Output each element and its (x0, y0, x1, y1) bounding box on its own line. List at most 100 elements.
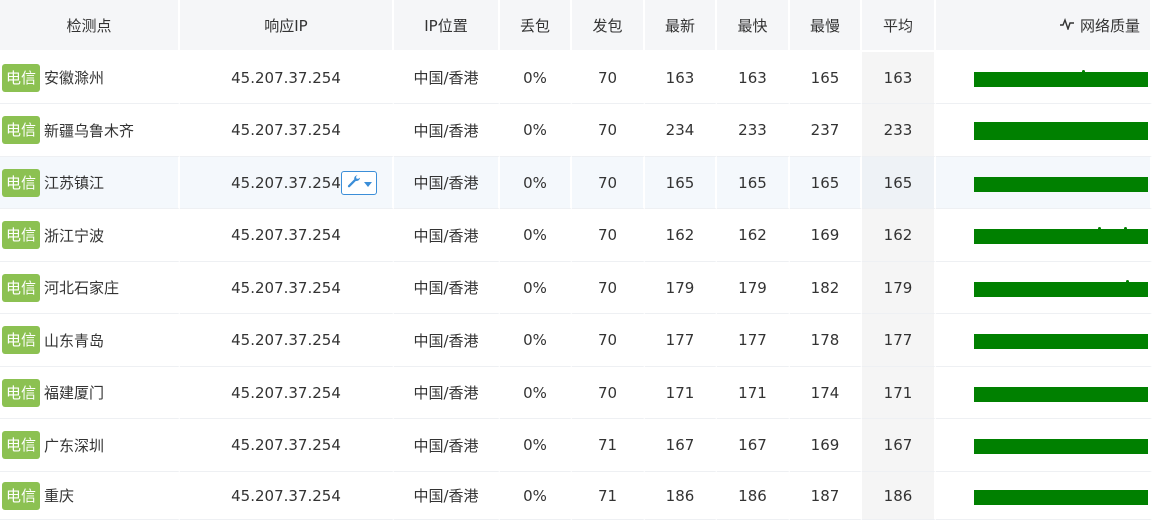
node-cell: 电信 广东深圳 (0, 419, 180, 472)
node-name[interactable]: 广东深圳 (44, 435, 104, 456)
avg-cell: 186 (862, 472, 936, 520)
quality-cell (936, 104, 1152, 157)
isp-badge: 电信 (2, 116, 41, 144)
avg-cell: 177 (862, 314, 936, 367)
loss-cell: 0% (500, 367, 572, 419)
ip-cell: 45.207.37.254 (180, 262, 394, 314)
quality-cell (936, 52, 1152, 104)
last-cell: 177 (645, 314, 717, 367)
isp-badge: 电信 (2, 481, 41, 510)
avg-cell: 233 (862, 104, 936, 157)
location-cell: 中国/香港 (394, 367, 500, 419)
avg-cell: 162 (862, 209, 936, 262)
loss-cell: 0% (500, 52, 572, 104)
isp-badge: 电信 (2, 168, 41, 197)
worst-cell: 182 (790, 262, 862, 314)
column-header-worst[interactable]: 最慢 (790, 0, 862, 52)
sent-cell: 71 (572, 419, 645, 472)
node-name[interactable]: 江苏镇江 (44, 172, 104, 193)
isp-badge: 电信 (2, 221, 41, 249)
node-name[interactable]: 安徽滁州 (44, 67, 104, 88)
ip-cell: 45.207.37.254 (180, 314, 394, 367)
last-cell: 167 (645, 419, 717, 472)
avg-cell: 179 (862, 262, 936, 314)
node-name[interactable]: 新疆乌鲁木齐 (44, 120, 134, 141)
best-cell: 233 (717, 104, 790, 157)
node-cell: 电信 新疆乌鲁木齐 (0, 104, 180, 157)
table-row: 电信 新疆乌鲁木齐 45.207.37.254 中国/香港 0% 70 234 … (0, 104, 1152, 157)
worst-cell: 169 (790, 419, 862, 472)
node-name[interactable]: 浙江宁波 (44, 225, 104, 246)
column-header-location[interactable]: IP位置 (394, 0, 500, 52)
last-cell: 179 (645, 262, 717, 314)
last-cell: 171 (645, 367, 717, 419)
quality-bar (974, 334, 1148, 349)
ip-cell: 45.207.37.254 (180, 209, 394, 262)
location-cell: 中国/香港 (394, 314, 500, 367)
sent-cell: 70 (572, 314, 645, 367)
location-cell: 中国/香港 (394, 419, 500, 472)
quality-cell (936, 262, 1152, 314)
node-cell: 电信 江苏镇江 (0, 157, 180, 209)
quality-bar (974, 227, 1148, 244)
last-cell: 165 (645, 157, 717, 209)
node-cell: 电信 山东青岛 (0, 314, 180, 367)
loss-cell: 0% (500, 104, 572, 157)
sent-cell: 70 (572, 157, 645, 209)
best-cell: 171 (717, 367, 790, 419)
sent-cell: 70 (572, 262, 645, 314)
node-cell: 电信 重庆 (0, 472, 180, 520)
quality-cell (936, 209, 1152, 262)
column-header-avg[interactable]: 平均 (862, 0, 936, 52)
node-name[interactable]: 福建厦门 (44, 382, 104, 403)
column-header-loss[interactable]: 丢包 (500, 0, 572, 52)
loss-cell: 0% (500, 262, 572, 314)
column-header-best[interactable]: 最快 (717, 0, 790, 52)
quality-bar (974, 122, 1148, 140)
column-header-sent[interactable]: 发包 (572, 0, 645, 52)
table-row: 电信 安徽滁州 45.207.37.254 中国/香港 0% 70 163 16… (0, 52, 1152, 104)
isp-badge: 电信 (2, 326, 41, 354)
table-header: 检测点 响应IP IP位置 丢包 发包 最新 最快 最慢 平均 网络质量 (0, 0, 1152, 52)
best-cell: 163 (717, 52, 790, 104)
location-cell: 中国/香港 (394, 52, 500, 104)
node-name[interactable]: 重庆 (44, 485, 74, 506)
table-row: 电信 福建厦门 45.207.37.254 中国/香港 0% 70 171 17… (0, 367, 1152, 419)
quality-bar (974, 386, 1148, 402)
quality-cell (936, 367, 1152, 419)
avg-cell: 171 (862, 367, 936, 419)
best-cell: 162 (717, 209, 790, 262)
quality-cell (936, 419, 1152, 472)
isp-badge: 电信 (2, 63, 41, 92)
node-name[interactable]: 河北石家庄 (44, 277, 119, 298)
sent-cell: 71 (572, 472, 645, 520)
quality-bar (974, 439, 1148, 454)
ip-cell: 45.207.37.254 (180, 419, 394, 472)
table-row: 电信 重庆 45.207.37.254 中国/香港 0% 71 186 186 … (0, 472, 1152, 520)
last-cell: 234 (645, 104, 717, 157)
ip-cell: 45.207.37.254 (180, 104, 394, 157)
worst-cell: 165 (790, 157, 862, 209)
best-cell: 186 (717, 472, 790, 520)
loss-cell: 0% (500, 209, 572, 262)
sent-cell: 70 (572, 209, 645, 262)
column-header-ip[interactable]: 响应IP (180, 0, 394, 52)
column-header-quality[interactable]: 网络质量 (936, 0, 1152, 52)
quality-bar (974, 489, 1148, 505)
tools-dropdown-button[interactable] (341, 170, 377, 195)
worst-cell: 174 (790, 367, 862, 419)
quality-bar (974, 279, 1148, 297)
pulse-icon (1059, 16, 1074, 34)
caret-down-icon (364, 174, 372, 192)
node-cell: 电信 福建厦门 (0, 367, 180, 419)
location-cell: 中国/香港 (394, 209, 500, 262)
column-header-node[interactable]: 检测点 (0, 0, 180, 52)
ip-cell: 45.207.37.254 (180, 52, 394, 104)
location-cell: 中国/香港 (394, 157, 500, 209)
worst-cell: 165 (790, 52, 862, 104)
best-cell: 165 (717, 157, 790, 209)
column-header-last[interactable]: 最新 (645, 0, 717, 52)
location-cell: 中国/香港 (394, 472, 500, 520)
table-row: 电信 河北石家庄 45.207.37.254 中国/香港 0% 70 179 1… (0, 262, 1152, 314)
node-name[interactable]: 山东青岛 (44, 330, 104, 351)
